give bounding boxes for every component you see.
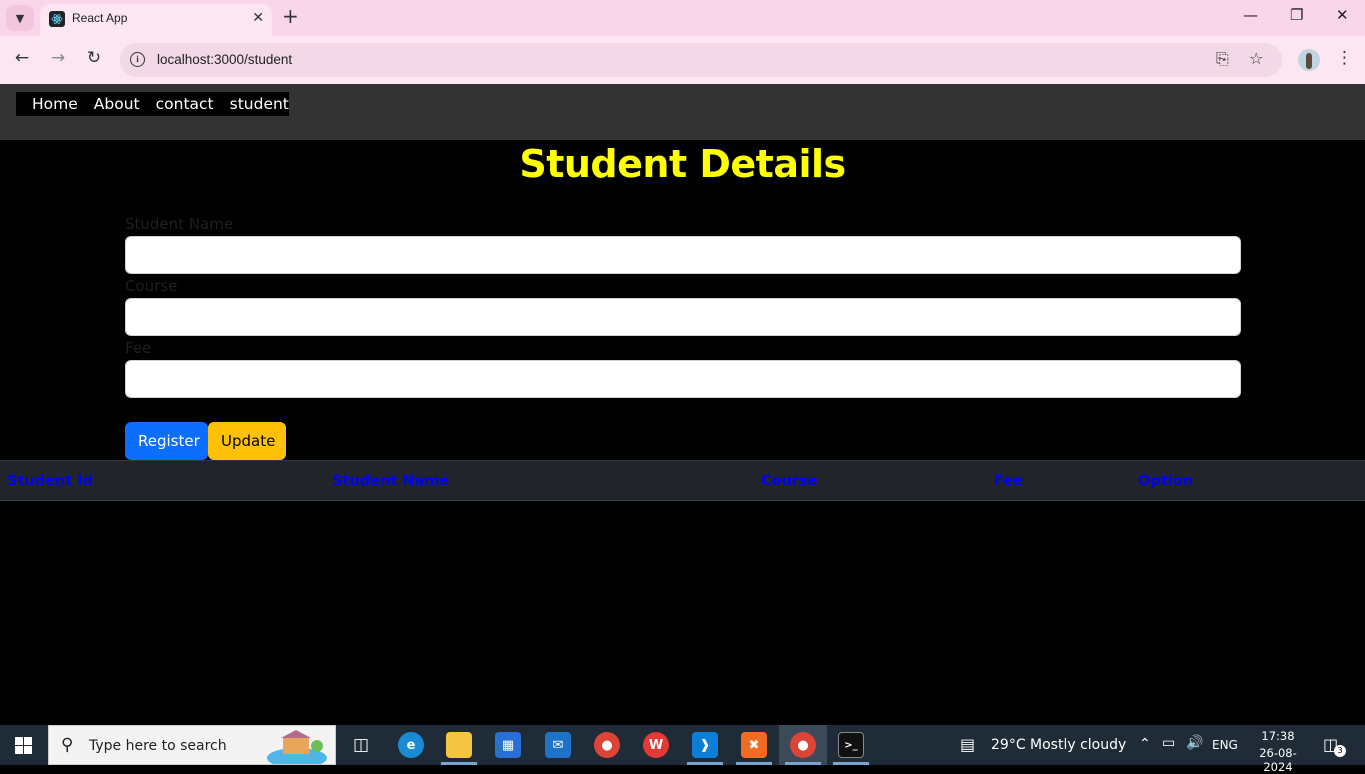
xampp-icon[interactable]: ✖: [741, 732, 767, 758]
address-bar[interactable]: i localhost:3000/student ⎘ ☆: [120, 43, 1282, 77]
chevron-down-icon: ▼: [15, 11, 25, 25]
nav-link-contact[interactable]: contact: [156, 95, 214, 113]
fee-input[interactable]: [125, 360, 1241, 398]
search-highlight-image: [267, 730, 327, 764]
task-view-icon[interactable]: ◫: [348, 732, 374, 758]
wps-office-icon[interactable]: W: [643, 732, 669, 758]
more-menu-icon[interactable]: ⋮: [1336, 48, 1353, 68]
course-input[interactable]: [125, 298, 1241, 336]
star-icon[interactable]: ☆: [1249, 49, 1263, 68]
taskbar-search-placeholder: Type here to search: [89, 738, 227, 754]
nav-link-student[interactable]: student: [230, 95, 289, 113]
volume-icon[interactable]: 🔊: [1186, 735, 1203, 751]
url-text[interactable]: localhost:3000/student: [157, 52, 292, 67]
page-title: Student Details: [519, 142, 846, 186]
chevron-up-icon[interactable]: ⌃: [1139, 736, 1151, 752]
search-icon: ⚲: [61, 735, 74, 755]
terminal-icon[interactable]: >_: [838, 732, 864, 758]
column-header-student-id: Student Id: [7, 473, 93, 489]
forward-icon[interactable]: →: [46, 48, 70, 68]
taskbar-search-box[interactable]: ⚲ Type here to search: [48, 725, 336, 765]
update-button[interactable]: Update: [208, 422, 286, 460]
register-button[interactable]: Register: [125, 422, 208, 460]
column-header-fee: Fee: [994, 473, 1023, 489]
chrome-icon[interactable]: ●: [594, 732, 620, 758]
column-header-course: Course: [761, 473, 818, 489]
notification-count: 3: [1334, 745, 1346, 757]
news-widget-icon[interactable]: ▤: [960, 735, 975, 754]
file-explorer-icon[interactable]: [446, 732, 472, 758]
info-icon[interactable]: i: [130, 52, 145, 67]
close-window-icon[interactable]: ✕: [1336, 6, 1349, 24]
reload-icon[interactable]: ↻: [82, 48, 106, 68]
browser-tab-bar: ▼ React App ✕ + — ❐ ✕: [0, 0, 1365, 36]
microsoft-store-icon[interactable]: ▦: [495, 732, 521, 758]
column-header-option: Option: [1138, 473, 1193, 489]
chrome-active-icon[interactable]: ●: [790, 732, 816, 758]
close-tab-icon[interactable]: ✕: [252, 10, 264, 26]
profile-avatar[interactable]: [1298, 49, 1320, 71]
student-table-header: Student Id Student Name Course Fee Optio…: [0, 460, 1365, 501]
browser-toolbar: ← → ↻ i localhost:3000/student ⎘ ☆ ⋮: [0, 36, 1365, 84]
install-icon[interactable]: ⎘: [1216, 49, 1229, 69]
edge-icon[interactable]: e: [398, 732, 424, 758]
column-header-student-name: Student Name: [332, 473, 450, 489]
nav-link-about[interactable]: About: [94, 95, 140, 113]
restore-icon[interactable]: ❐: [1290, 6, 1303, 24]
windows-taskbar: ⚲ Type here to search ◫ e ▦ ✉ ● W ❱ ✖ ● …: [0, 725, 1365, 774]
student-name-label: Student Name: [125, 215, 234, 233]
minimize-icon[interactable]: —: [1243, 6, 1258, 24]
clock-date[interactable]: 26-08-2024: [1247, 746, 1309, 774]
fee-label: Fee: [125, 339, 152, 357]
tab-search-button[interactable]: ▼: [6, 5, 34, 31]
browser-tab[interactable]: React App ✕: [40, 4, 272, 36]
course-label: Course: [125, 277, 178, 295]
language-indicator[interactable]: ENG: [1212, 738, 1238, 752]
mail-icon[interactable]: ✉: [545, 732, 571, 758]
new-tab-icon[interactable]: +: [282, 5, 299, 27]
student-name-input[interactable]: [125, 236, 1241, 274]
windows-start-icon[interactable]: [15, 737, 32, 754]
nav-links: Home About contact student: [16, 92, 289, 116]
battery-icon[interactable]: ▭: [1162, 735, 1175, 751]
tab-title: React App: [72, 11, 128, 25]
app-navbar: Home About contact student: [0, 84, 1365, 140]
nav-link-home[interactable]: Home: [32, 95, 78, 113]
react-icon: [49, 11, 65, 27]
clock-time[interactable]: 17:38: [1247, 729, 1309, 743]
back-icon[interactable]: ←: [10, 48, 34, 68]
vscode-icon[interactable]: ❱: [692, 732, 718, 758]
weather-text[interactable]: 29°C Mostly cloudy: [991, 737, 1126, 753]
